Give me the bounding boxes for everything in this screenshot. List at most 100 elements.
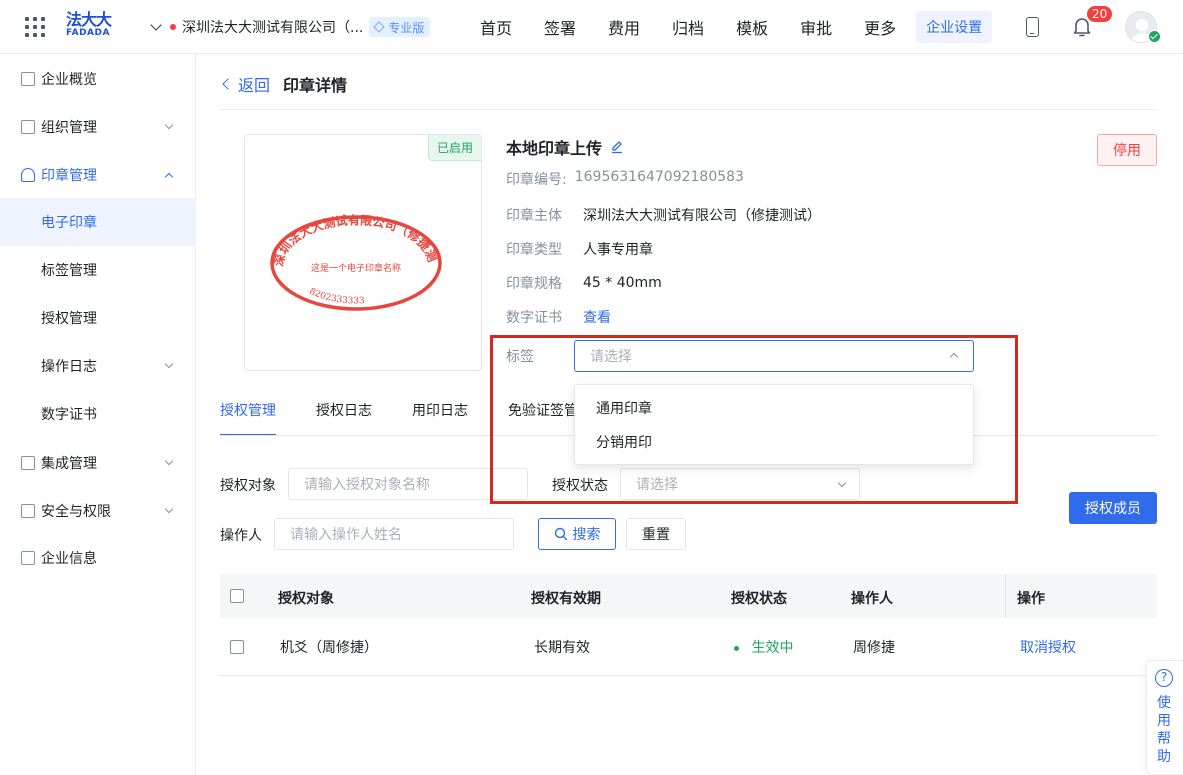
main-nav: 首页 签署 费用 归档 模板 审批 更多 企业设置 — [478, 0, 993, 54]
sidebar-item-label: 数字证书 — [41, 407, 97, 423]
seal-number-value: 1695631647092180583 — [574, 169, 744, 185]
sidebar: 企业概览 组织管理 印章管理 电子印章 标签管理 授权管理 操作日志 数字证书 … — [0, 55, 196, 775]
column-header: 授权状态 — [731, 591, 787, 607]
page-title: 印章详情 — [283, 76, 348, 95]
seal-preview-card: 已启用 深圳法大大测试有限公司（修捷测试） 这是一个电子印章名称 8202333… — [244, 134, 482, 371]
sidebar-item-label: 集成管理 — [41, 456, 97, 472]
stamp-center-text: 这是一个电子印章名称 — [311, 262, 401, 274]
disable-button[interactable]: 停用 — [1097, 134, 1157, 166]
detail-value: 人事专用章 — [583, 242, 653, 258]
sidebar-item-label: 企业信息 — [41, 551, 97, 567]
chevron-down-icon — [164, 456, 174, 466]
nav-more[interactable]: 更多 — [862, 15, 898, 39]
org-icon — [21, 120, 35, 134]
detail-label: 印章规格 — [506, 276, 562, 292]
help-label: 使用帮助 — [1157, 695, 1171, 765]
detail-tabs: 授权管理 授权日志 用印日志 免验证签管 — [220, 400, 618, 436]
sidebar-item-label: 标签管理 — [41, 263, 97, 279]
row-checkbox[interactable] — [230, 640, 244, 654]
nav-home[interactable]: 首页 — [478, 15, 514, 39]
tag-select-placeholder: 请选择 — [590, 349, 632, 365]
back-arrow-icon — [222, 78, 234, 90]
search-button[interactable]: 搜索 — [538, 518, 616, 550]
sidebar-item-seal-management[interactable]: 印章管理 — [0, 151, 196, 199]
sidebar-item-label: 安全与权限 — [41, 504, 111, 520]
sidebar-item-tag-management[interactable]: 标签管理 — [0, 246, 196, 294]
top-bar: 法大大 FADADA 深圳法大大测试有限公司（... 专业版 首页 签署 费用 … — [0, 0, 1183, 54]
seal-name-row: 本地印章上传 — [506, 135, 624, 159]
tab-no-verify-sign[interactable]: 免验证签管 — [508, 400, 578, 436]
sidebar-item-electronic-seal[interactable]: 电子印章 — [0, 198, 196, 246]
operator-filter-label: 操作人 — [220, 528, 262, 544]
app-grid-icon[interactable] — [25, 17, 45, 37]
sidebar-item-authorization[interactable]: 授权管理 — [0, 294, 196, 342]
operator-placeholder: 请输入操作人姓名 — [290, 527, 402, 543]
sidebar-item-digital-cert[interactable]: 数字证书 — [0, 390, 196, 438]
back-label: 返回 — [238, 76, 271, 95]
tab-authorization-log[interactable]: 授权日志 — [316, 400, 372, 436]
fadada-logo[interactable]: 法大大 FADADA — [66, 12, 118, 40]
seal-number-row: 印章编号: 1695631647092180583 — [506, 169, 744, 189]
tab-authorization[interactable]: 授权管理 — [220, 400, 276, 436]
status-placeholder: 请选择 — [636, 477, 678, 493]
target-search-input[interactable]: 请输入授权对象名称 — [288, 468, 528, 500]
status-text: 生效中 — [751, 640, 794, 656]
nav-fees[interactable]: 费用 — [606, 15, 642, 39]
sidebar-item-operation-log[interactable]: 操作日志 — [0, 342, 196, 390]
sidebar-item-company-info[interactable]: 企业信息 — [0, 534, 196, 582]
search-button-label: 搜索 — [572, 527, 601, 543]
tab-usage-log[interactable]: 用印日志 — [412, 400, 468, 436]
target-placeholder: 请输入授权对象名称 — [304, 477, 430, 493]
authorize-members-button[interactable]: 授权成员 — [1069, 492, 1157, 524]
status-dot — [734, 645, 739, 651]
cell-status: 生效中 — [734, 637, 793, 657]
nav-archive[interactable]: 归档 — [670, 15, 706, 39]
select-all-checkbox[interactable] — [230, 589, 244, 603]
nav-enterprise-settings[interactable]: 企业设置 — [916, 11, 993, 43]
chevron-down-icon — [164, 504, 174, 514]
nav-sign[interactable]: 签署 — [542, 15, 578, 39]
nav-templates[interactable]: 模板 — [734, 15, 770, 39]
detail-label: 印章类型 — [506, 242, 562, 258]
building-icon — [21, 551, 35, 565]
sidebar-item-integration[interactable]: 集成管理 — [0, 439, 196, 487]
tag-option[interactable]: 分销用印 — [575, 425, 973, 459]
logo-cn: 法大大 — [66, 10, 112, 29]
column-header: 授权对象 — [278, 591, 334, 607]
sidebar-item-org[interactable]: 组织管理 — [0, 103, 196, 151]
mobile-icon[interactable] — [1026, 17, 1039, 37]
sidebar-item-label: 组织管理 — [41, 120, 97, 136]
seal-stamp-image: 深圳法大大测试有限公司（修捷测试） 这是一个电子印章名称 8202333333 — [269, 211, 442, 311]
logo-en: FADADA — [66, 28, 110, 38]
search-icon — [554, 527, 567, 541]
sidebar-item-label: 授权管理 — [41, 311, 97, 327]
svg-text:深圳法大大测试有限公司（修捷测试）: 深圳法大大测试有限公司（修捷测试） — [269, 211, 440, 268]
status-badge: 已启用 — [427, 135, 481, 161]
notification-badge: 20 — [1086, 5, 1114, 23]
sidebar-item-overview[interactable]: 企业概览 — [0, 55, 196, 103]
diamond-icon — [373, 21, 386, 33]
column-header: 操作 — [1017, 591, 1045, 607]
tag-select[interactable]: 请选择 — [574, 340, 974, 372]
seal-name: 本地印章上传 — [506, 139, 603, 158]
sidebar-item-label: 操作日志 — [41, 359, 97, 375]
operator-search-input[interactable]: 请输入操作人姓名 — [274, 518, 514, 550]
view-cert-link[interactable]: 查看 — [583, 307, 611, 327]
breadcrumb: 返回 印章详情 — [220, 73, 347, 95]
status-select[interactable]: 请选择 — [620, 468, 860, 500]
nav-approval[interactable]: 审批 — [798, 15, 834, 39]
revoke-authorization-link[interactable]: 取消授权 — [1020, 637, 1076, 657]
sidebar-item-label: 电子印章 — [41, 215, 97, 231]
column-header: 授权有效期 — [531, 591, 601, 607]
edit-icon[interactable] — [610, 140, 624, 154]
sidebar-item-security[interactable]: 安全与权限 — [0, 487, 196, 535]
status-filter-label: 授权状态 — [552, 478, 608, 494]
sidebar-item-label: 印章管理 — [41, 168, 97, 184]
reset-button[interactable]: 重置 — [626, 518, 686, 550]
help-widget[interactable]: ? 使用帮助 — [1146, 660, 1183, 775]
back-link[interactable]: 返回 — [220, 72, 270, 96]
stamp-arc-text: 深圳法大大测试有限公司（修捷测试） — [269, 211, 440, 268]
tag-option[interactable]: 通用印章 — [575, 391, 973, 425]
detail-value: 45 * 40mm — [583, 275, 662, 291]
company-switcher[interactable]: 深圳法大大测试有限公司（... 专业版 — [150, 17, 431, 37]
